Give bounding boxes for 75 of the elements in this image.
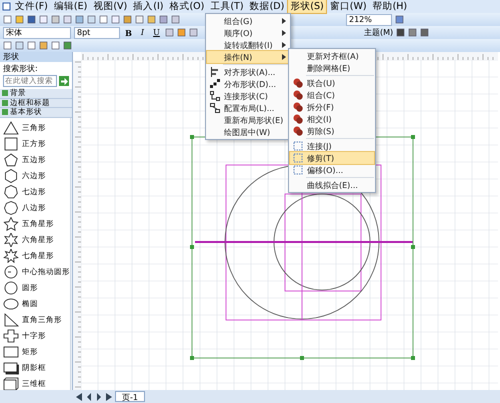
previous-page-icon[interactable] xyxy=(85,392,93,400)
menu-bar-item[interactable]: 形状(S) xyxy=(288,0,326,13)
selection-handle[interactable] xyxy=(190,245,194,249)
heptagon-icon xyxy=(3,184,19,198)
menu-item[interactable]: 对齐形状(A)... xyxy=(207,66,289,78)
cross-icon xyxy=(3,328,19,342)
layout-icon xyxy=(210,103,220,113)
menu-item[interactable]: 曲线拟合(E)... xyxy=(290,179,374,191)
star-icon xyxy=(3,216,19,230)
panel-title: 形状 xyxy=(3,52,19,62)
menu-bar-item[interactable]: 工具(T) xyxy=(208,0,246,13)
menu-item[interactable]: 绘图居中(W) xyxy=(207,126,289,138)
menu-item[interactable]: 修剪(T) xyxy=(290,152,374,164)
font-size-field[interactable]: 8pt xyxy=(74,26,120,38)
bold-button[interactable]: B xyxy=(123,27,134,38)
italic-button[interactable]: I xyxy=(137,27,148,38)
rectangle-icon xyxy=(3,344,19,358)
menu-bar-item[interactable]: 窗口(W) xyxy=(328,0,369,13)
menu-bar-item[interactable]: 文件(F) xyxy=(13,0,50,13)
selection-handle[interactable] xyxy=(411,245,415,249)
star-icon xyxy=(3,232,19,246)
menu-item[interactable]: 重新布局形状(E) xyxy=(207,114,289,126)
menu-bar-item[interactable]: 数据(D) xyxy=(248,0,286,13)
menu-item[interactable]: 配置布局(L)... xyxy=(207,102,289,114)
menu-item[interactable]: 相交(I) xyxy=(290,113,374,125)
octagon-icon xyxy=(3,200,19,214)
font-field[interactable]: 宋体 xyxy=(3,26,71,38)
right-triangle-icon xyxy=(3,312,19,326)
zoom-field[interactable]: 212% xyxy=(346,14,392,26)
menu-item[interactable]: 剪除(S) xyxy=(290,125,374,137)
menu-item[interactable]: 分布形状(D)... xyxy=(207,78,289,90)
menu-item[interactable]: 组合(C) xyxy=(290,89,374,101)
star-icon xyxy=(3,248,19,262)
selection-handle[interactable] xyxy=(300,356,304,360)
hexagon-icon xyxy=(3,168,19,182)
ellipse-icon xyxy=(3,296,19,310)
connector-icon xyxy=(210,91,220,101)
underline-button[interactable]: U xyxy=(151,27,162,38)
menu-bar-item[interactable]: 插入(I) xyxy=(131,0,166,13)
shadow-box-icon xyxy=(3,360,19,374)
next-page-icon[interactable] xyxy=(95,392,103,400)
menu-item[interactable]: 删除网格(E) xyxy=(290,62,374,74)
search-label: 搜索形状: xyxy=(2,63,39,75)
triangle-icon xyxy=(3,120,19,134)
search-button[interactable] xyxy=(59,76,69,86)
menu-bar-item[interactable]: 帮助(H) xyxy=(370,0,410,13)
selection-handle[interactable] xyxy=(411,135,415,139)
first-page-icon[interactable] xyxy=(75,392,83,400)
menu-item[interactable]: 连接形状(C) xyxy=(207,90,289,102)
menu-item[interactable]: 偏移(O)... xyxy=(290,164,374,176)
theme-button[interactable]: 主题(M) xyxy=(364,27,394,38)
selection-handle[interactable] xyxy=(190,135,194,139)
menu-bar-item[interactable]: 编辑(E) xyxy=(52,0,90,13)
menu-item[interactable]: 连接(J) xyxy=(290,140,374,152)
distribute-icon xyxy=(210,79,220,89)
app-icon[interactable] xyxy=(2,2,11,11)
menu-item[interactable]: 操作(N) xyxy=(207,51,289,63)
align-icon xyxy=(210,67,220,77)
scrollbar[interactable] xyxy=(70,118,72,390)
menu-item[interactable]: 联合(U) xyxy=(290,77,374,89)
menu-bar-item[interactable]: 视图(V) xyxy=(91,0,130,13)
menu-item[interactable]: 顺序(O) xyxy=(207,27,289,39)
menu-item[interactable]: 拆分(F) xyxy=(290,101,374,113)
circle-icon xyxy=(3,264,19,278)
menu-bar-item[interactable]: 格式(O) xyxy=(167,0,206,13)
circle-icon xyxy=(3,280,19,294)
selection-handle[interactable] xyxy=(411,356,415,360)
square-icon xyxy=(3,136,19,150)
menu-item[interactable]: 旋转或翻转(I) xyxy=(207,39,289,51)
pentagon-icon xyxy=(3,152,19,166)
box-icon xyxy=(3,376,19,390)
menu-item[interactable]: 组合(G) xyxy=(207,15,289,27)
page-tab[interactable]: 页-1 xyxy=(115,391,145,402)
last-page-icon[interactable] xyxy=(105,392,113,400)
selection-handle[interactable] xyxy=(190,356,194,360)
